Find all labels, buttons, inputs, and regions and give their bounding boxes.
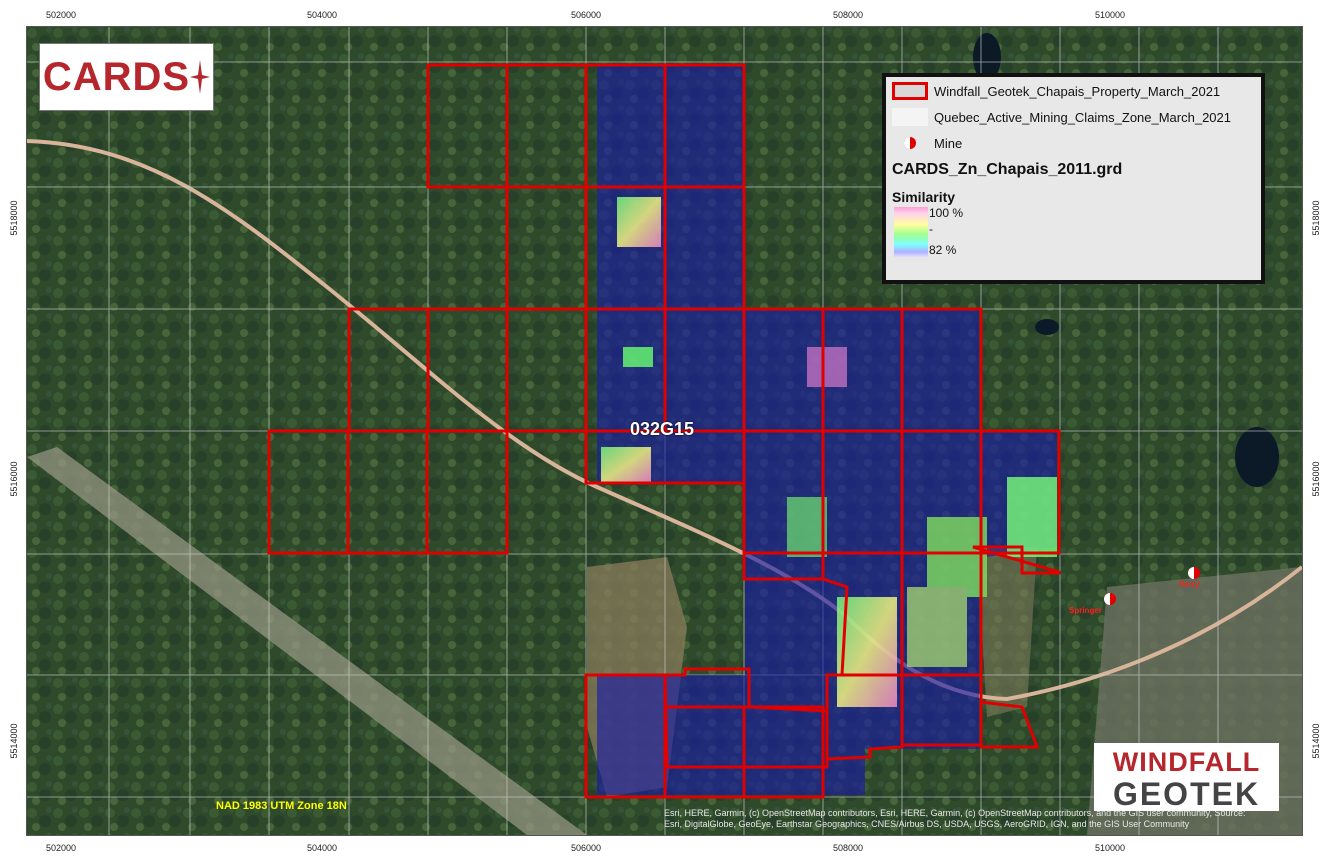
- ramp-max-label: 100 %: [929, 206, 964, 220]
- nts-sheet-label: 032G15: [630, 419, 695, 439]
- y-tick-label: 5516000: [9, 461, 19, 497]
- projection-label: NAD 1983 UTM Zone 18N: [216, 800, 347, 812]
- mine-label: Springer: [1069, 606, 1102, 615]
- map-legend: Windfall_Geotek_Chapais_Property_March_2…: [882, 73, 1265, 284]
- claims-swatch: [892, 108, 928, 126]
- x-tick-label: 506000: [570, 843, 602, 853]
- geotek-logo-text: GEOTEK: [1112, 776, 1261, 812]
- legend-item-property: Windfall_Geotek_Chapais_Property_March_2…: [892, 80, 1220, 102]
- x-tick-label: 504000: [306, 10, 338, 20]
- similarity-color-ramp: [894, 207, 928, 257]
- y-tick-label: 5514000: [1311, 723, 1321, 759]
- legend-grid-title: CARDS_Zn_Chapais_2011.grd: [892, 161, 1123, 178]
- legend-item-claims: Quebec_Active_Mining_Claims_Zone_March_2…: [892, 106, 1231, 128]
- windfall-logo-text: WINDFALL: [1112, 747, 1261, 777]
- ramp-min-label: 82 %: [929, 243, 957, 257]
- compass-star-icon: [190, 60, 211, 94]
- mine-label: Perry: [1179, 580, 1200, 589]
- cards-logo: CARDS: [39, 43, 214, 111]
- legend-item-mine: Mine: [892, 132, 962, 154]
- legend-similarity-title: Similarity: [892, 189, 956, 205]
- cards-logo-text: CARDS: [42, 54, 191, 99]
- x-tick-label: 510000: [1094, 10, 1126, 20]
- property-swatch: [892, 82, 928, 100]
- x-tick-label: 506000: [570, 10, 602, 20]
- mine-icon: [904, 137, 916, 149]
- lake: [1035, 319, 1059, 335]
- lake: [1235, 427, 1279, 487]
- y-tick-label: 5518000: [9, 200, 19, 236]
- x-tick-label: 502000: [45, 843, 77, 853]
- y-tick-label: 5514000: [9, 723, 19, 759]
- mine-symbol-perry: [1188, 567, 1200, 579]
- x-tick-label: 510000: [1094, 843, 1126, 853]
- ramp-mid-label: -: [929, 222, 933, 236]
- x-tick-label: 504000: [306, 843, 338, 853]
- y-tick-label: 5518000: [1311, 200, 1321, 236]
- windfall-geotek-logo: WINDFALL GEOTEK: [1094, 743, 1279, 811]
- x-tick-label: 508000: [832, 843, 864, 853]
- legend-label: Quebec_Active_Mining_Claims_Zone_March_2…: [934, 109, 1232, 125]
- legend-label: Mine: [934, 135, 963, 151]
- x-tick-label: 502000: [45, 10, 77, 20]
- legend-label: Windfall_Geotek_Chapais_Property_March_2…: [934, 83, 1221, 99]
- mine-symbol-springer: [1104, 593, 1116, 605]
- y-tick-label: 5516000: [1311, 461, 1321, 497]
- x-tick-label: 508000: [832, 10, 864, 20]
